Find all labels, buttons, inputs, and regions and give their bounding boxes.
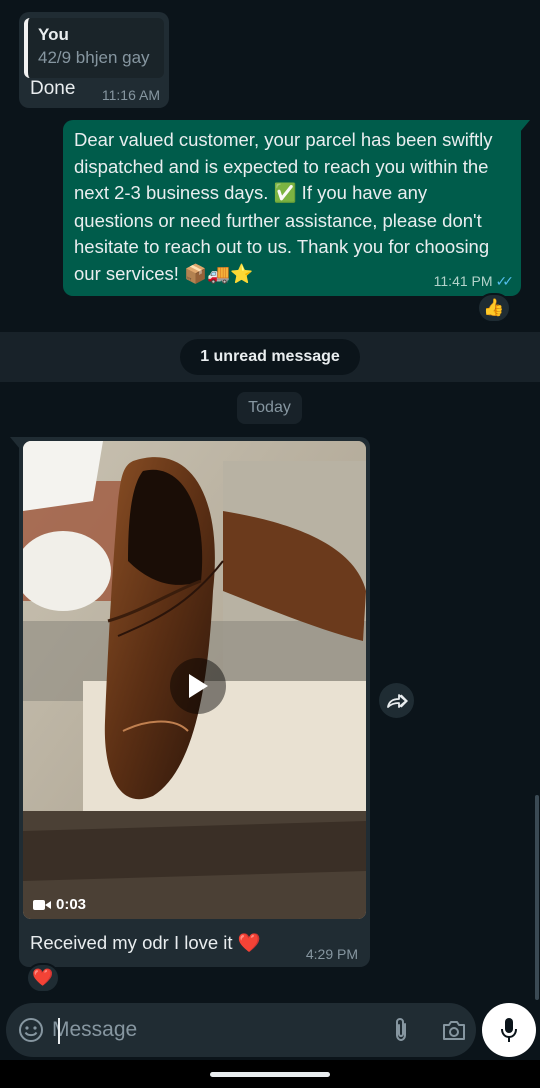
unread-count-label: 1 unread message — [180, 339, 360, 375]
heart-emoji: ❤️ — [237, 932, 261, 953]
reaction-thumbs-up[interactable]: 👍 — [477, 293, 511, 323]
text-caret — [58, 1018, 60, 1044]
message-time: 11:41 PM ✓✓ — [433, 273, 515, 290]
play-button[interactable] — [170, 658, 226, 714]
voice-record-button[interactable] — [482, 1003, 536, 1057]
message-time: 11:16 AM — [101, 87, 160, 103]
video-camera-icon — [33, 899, 51, 910]
camera-icon[interactable] — [442, 1019, 466, 1041]
message-time-text: 11:41 PM — [433, 273, 493, 289]
mic-icon — [501, 1018, 517, 1042]
play-icon — [189, 674, 208, 698]
home-indicator[interactable] — [210, 1072, 330, 1077]
forward-button[interactable] — [379, 683, 414, 718]
quoted-message[interactable]: You 42/9 bhjen gay — [24, 18, 164, 78]
video-duration-text: 0:03 — [56, 896, 87, 913]
date-divider: Today — [237, 392, 302, 424]
parcel-truck-star-emoji: 📦🚚⭐ — [184, 263, 254, 285]
quote-text: 42/9 bhjen gay — [38, 48, 150, 67]
reaction-heart[interactable]: ❤️ — [26, 963, 60, 993]
attach-icon[interactable] — [391, 1017, 411, 1043]
scrollbar[interactable] — [535, 795, 539, 1000]
forward-icon — [386, 693, 408, 708]
video-caption: Received my odr I love it ❤️ — [30, 932, 261, 954]
message-composer[interactable] — [6, 1003, 476, 1057]
caption-text: Received my odr I love it — [30, 932, 238, 953]
quote-author: You — [38, 25, 69, 44]
video-duration: 0:03 — [33, 896, 86, 913]
message-text: Dear valued customer, your parcel has be… — [74, 127, 510, 288]
check-emoji: ✅ — [273, 183, 297, 204]
message-input[interactable] — [52, 1013, 372, 1047]
read-ticks-icon: ✓✓ — [495, 273, 515, 289]
emoji-icon[interactable] — [18, 1017, 44, 1043]
chat-area: You 42/9 bhjen gay Done 11:16 AM Dear va… — [0, 0, 540, 1000]
video-thumbnail[interactable]: 0:03 — [23, 441, 366, 919]
message-bubble-outgoing[interactable]: Dear valued customer, your parcel has be… — [63, 120, 530, 296]
message-time: 4:29 PM — [305, 946, 358, 962]
message-bubble-quoted[interactable]: You 42/9 bhjen gay Done 11:16 AM — [19, 12, 169, 108]
message-bubble-video[interactable]: 0:03 Received my odr I love it ❤️ 4:29 P… — [10, 437, 370, 967]
message-text: Done — [30, 78, 76, 99]
